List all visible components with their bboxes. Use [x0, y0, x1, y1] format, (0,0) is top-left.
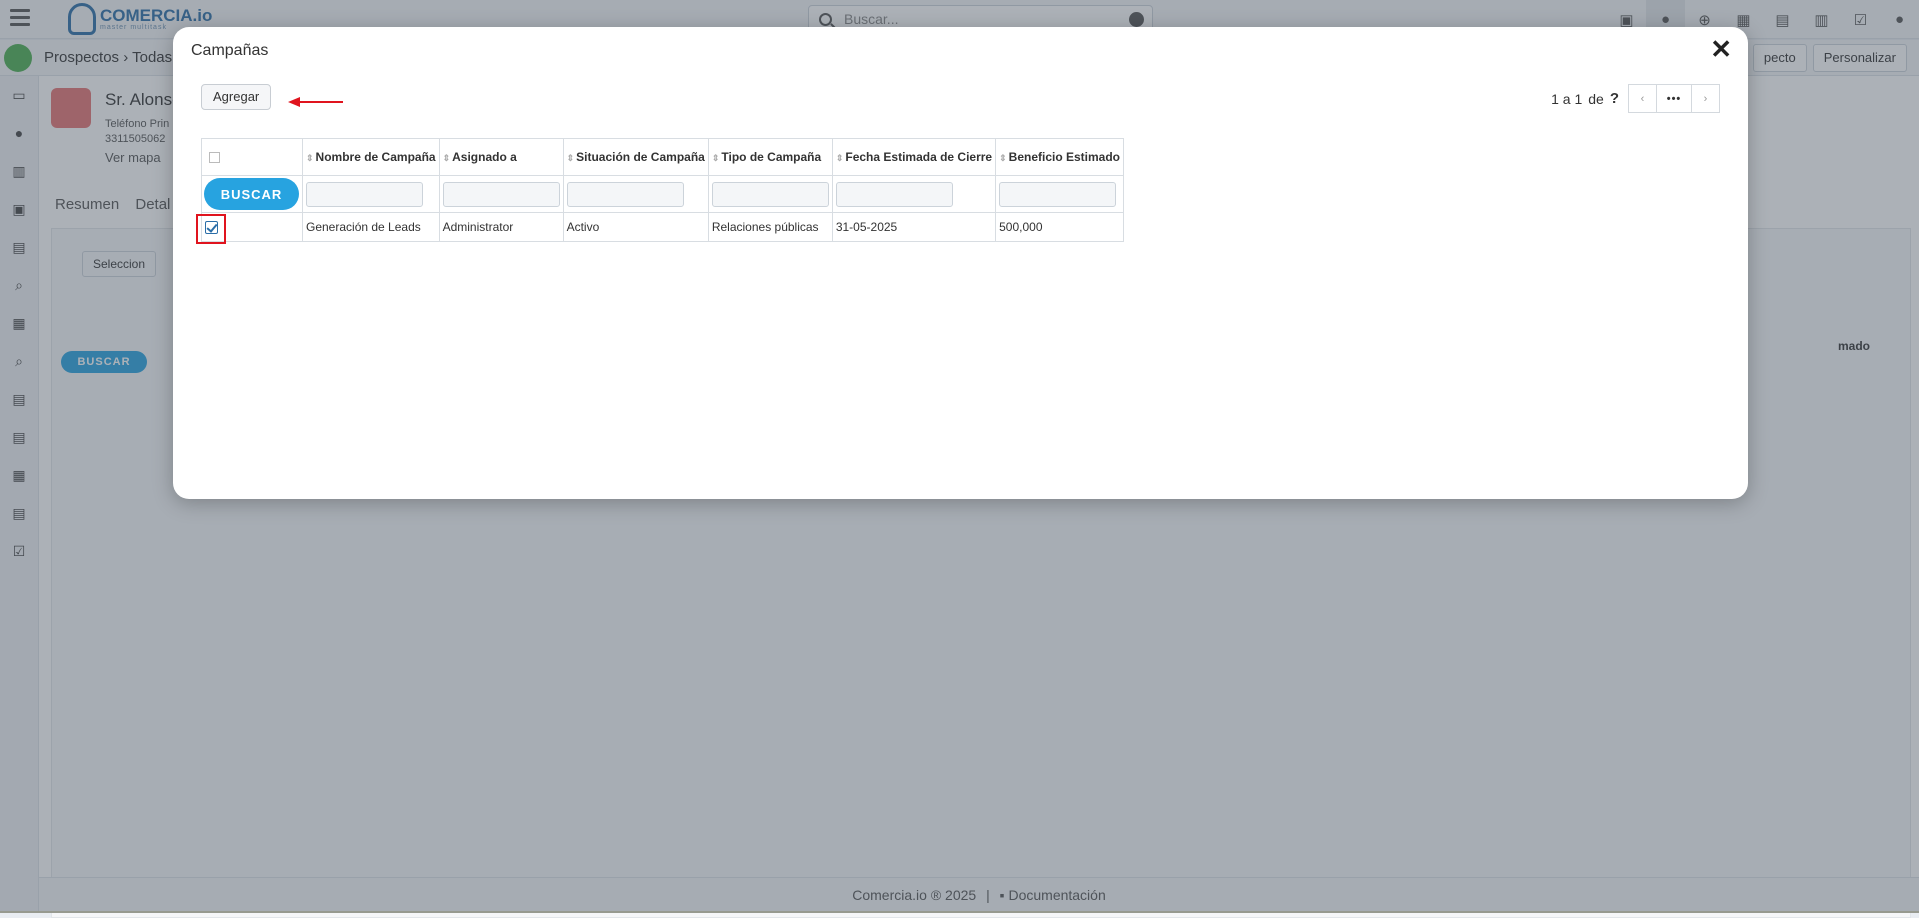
select-all-cell: [201, 138, 303, 176]
add-button[interactable]: Agregar: [201, 84, 272, 110]
filter-cell: [438, 175, 564, 213]
campaigns-modal: Campañas ✕ Agregar 1 a 1 de ? ‹ ••• › ⇕ N…: [173, 27, 1748, 499]
sort-icon: ⇕: [566, 153, 575, 163]
table-row[interactable]: Generación de Leads Administrator Activo…: [201, 212, 1125, 242]
sort-icon: ⇕: [442, 153, 451, 163]
filter-row: BUSCAR: [201, 175, 1125, 213]
filter-input[interactable]: [442, 181, 560, 207]
annotation-highlight-box: [196, 214, 226, 244]
pagination-range: 1 a 1: [1551, 90, 1583, 107]
pagination-of: de: [1588, 90, 1604, 107]
pagination: 1 a 1 de ? ‹ ••• ›: [1551, 84, 1720, 113]
column-header-label: Asignado a: [452, 150, 517, 164]
filter-cell: BUSCAR: [201, 175, 303, 213]
sort-icon: ⇕: [999, 153, 1007, 163]
column-header[interactable]: ⇕ Tipo de Campaña: [707, 138, 833, 176]
filter-input[interactable]: [999, 181, 1117, 207]
filter-input[interactable]: [566, 181, 684, 207]
sort-icon: ⇕: [306, 153, 314, 163]
column-header-label: Nombre de Campaña: [315, 150, 436, 164]
column-header[interactable]: ⇕ Situación de Campaña: [562, 138, 709, 176]
table-cell[interactable]: Administrator: [438, 212, 564, 242]
buscar-button[interactable]: BUSCAR: [204, 178, 299, 210]
column-header[interactable]: ⇕ Nombre de Campaña: [302, 138, 440, 176]
modal-title: Campañas: [191, 42, 269, 59]
table-header-row: ⇕ Nombre de Campaña ⇕ Asignado a ⇕ Situació…: [201, 138, 1125, 176]
column-header[interactable]: ⇕ Fecha Estimada de Cierre: [831, 138, 997, 176]
table-cell[interactable]: Relaciones públicas: [707, 212, 833, 242]
select-all-checkbox[interactable]: [209, 151, 220, 163]
pagination-next-button[interactable]: ›: [1691, 84, 1720, 113]
filter-cell: [831, 175, 997, 213]
pagination-prev-button[interactable]: ‹: [1628, 84, 1657, 113]
close-icon[interactable]: ✕: [1710, 35, 1732, 63]
pagination-more-button[interactable]: •••: [1656, 84, 1692, 113]
column-header-label: Beneficio Estimado: [1008, 150, 1121, 164]
filter-input[interactable]: [306, 181, 423, 207]
filter-cell: [995, 175, 1125, 213]
sort-icon: ⇕: [835, 153, 844, 163]
table-cell[interactable]: 500,000: [995, 212, 1125, 242]
filter-cell: [707, 175, 833, 213]
table-cell[interactable]: 31-05-2025: [831, 212, 997, 242]
filter-cell: [302, 175, 440, 213]
help-icon[interactable]: ?: [1610, 90, 1619, 107]
annotation-arrow: [288, 97, 343, 107]
column-header-label: Fecha Estimada de Cierre: [845, 150, 993, 164]
column-header[interactable]: ⇕ Beneficio Estimado: [995, 138, 1125, 176]
table-cell[interactable]: Generación de Leads: [302, 212, 440, 242]
filter-input[interactable]: [711, 181, 829, 207]
filter-input[interactable]: [835, 181, 953, 207]
sort-icon: ⇕: [711, 153, 720, 163]
column-header-label: Tipo de Campaña: [721, 150, 822, 164]
column-header-label: Situación de Campaña: [576, 150, 705, 164]
filter-cell: [562, 175, 709, 213]
table-cell[interactable]: Activo: [562, 212, 709, 242]
column-header[interactable]: ⇕ Asignado a: [438, 138, 564, 176]
campaigns-table: ⇕ Nombre de Campaña ⇕ Asignado a ⇕ Situació…: [201, 138, 1125, 242]
